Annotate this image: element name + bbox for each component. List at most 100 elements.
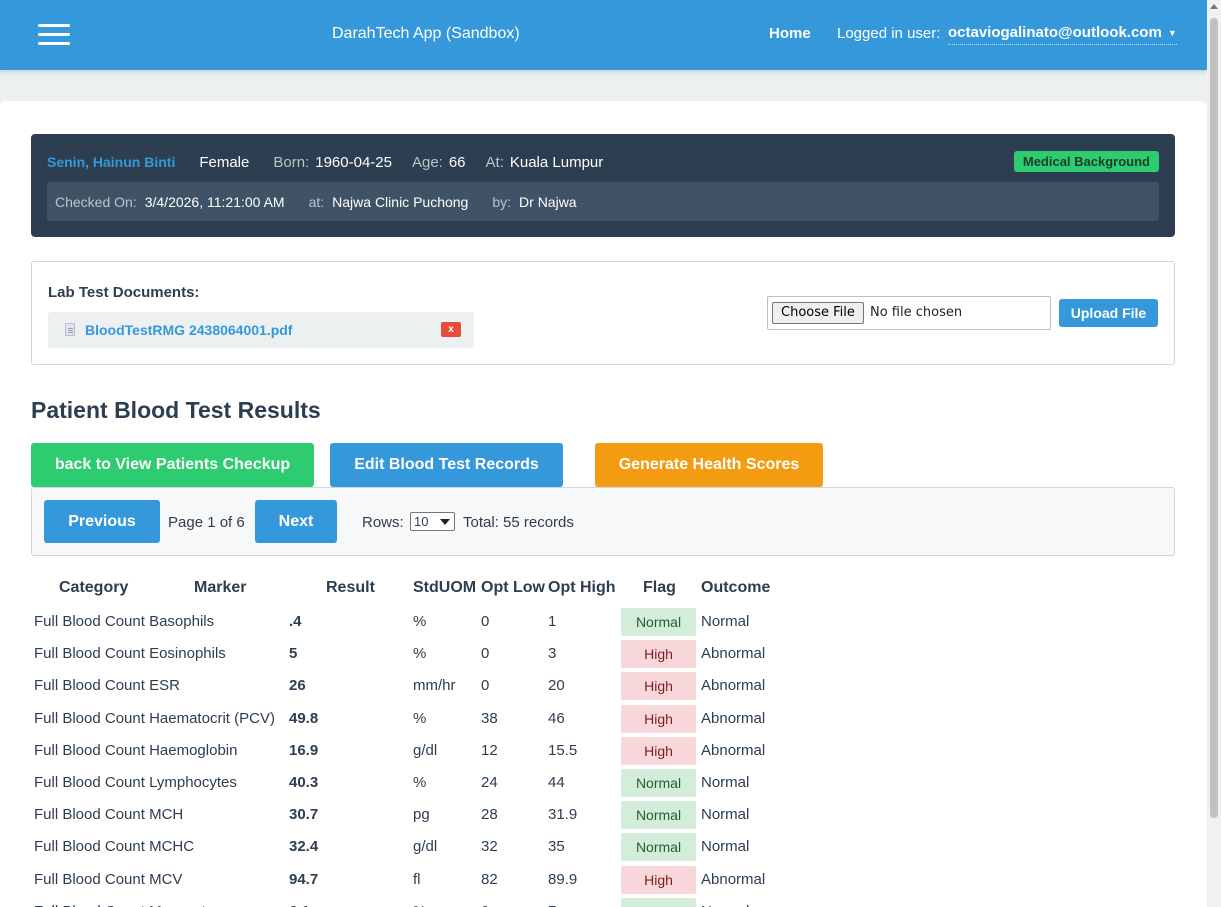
outcome-cell: Abnormal [701,645,766,663]
result-cell: 30.7 [289,806,319,824]
table-row: Full Blood Count MCH 30.7 pg 28 31.9 Normal No… [34,801,794,836]
result-cell: 26 [289,677,306,695]
outcome-cell: Normal [701,774,750,791]
page-title: Patient Blood Test Results [31,397,321,423]
result-cell: 16.9 [289,741,319,759]
home-link[interactable]: Home [769,25,811,42]
outcome-cell: Abnormal [701,709,766,727]
opt-high-cell: 35 [548,838,565,856]
table-row: Full Blood Count Basophils .4% 0 1 Normal Nor… [34,608,794,643]
top-navbar: DarahTech App (Sandbox) Home Logged in u… [0,0,1207,70]
age-label: Age: [411,154,443,171]
header-opt-high: Opt High [548,579,616,596]
main-content: Senin, Hainun Binti Female Born: 1960-04-25… [0,101,1207,907]
marker-cell: Monocytes [149,903,222,907]
generate-scores-button[interactable]: Generate Health Scores [595,443,823,487]
checked-on-value: 3/4/2026, 11:21:00 AM [144,194,285,210]
remove-document-button[interactable]: x [441,322,461,337]
opt-low-cell: 0 [481,677,490,695]
category-marker-cell: Full Blood Count MCHC [34,836,194,858]
back-to-checkup-button[interactable]: back to View Patients Checkup [31,443,314,487]
uom-cell: mm/hr [413,677,456,695]
opt-high-cell: 7 [548,901,556,907]
user-email: octaviogalinato@outlook.com [948,24,1162,41]
medical-background-badge[interactable]: Medical Background [1013,151,1159,172]
user-dropdown[interactable]: octaviogalinato@outlook.com ▼ [948,24,1177,45]
category-marker-cell: Full Blood Count Haematocrit (PCV) [34,708,275,730]
choose-file-button[interactable]: Choose File [772,302,864,324]
header-category: Category [59,579,129,596]
upload-file-button[interactable]: Upload File [1059,299,1158,327]
chevron-down-icon [440,519,450,525]
opt-low-cell: 0 [481,613,490,630]
category-cell: Full Blood Count [34,645,145,663]
opt-high-cell: 3 [548,645,557,663]
marker-cell: Haemoglobin [149,741,238,759]
marker-cell: Lymphocytes [149,774,237,791]
opt-low-cell: 0 [481,901,489,907]
patient-location: Kuala Lumpur [509,154,604,171]
clinic-value: Najwa Clinic Puchong [332,194,469,210]
opt-high-cell: 20 [548,677,565,695]
at-label: At: [485,154,504,171]
category-marker-cell: Full Blood Count Eosinophils [34,643,226,665]
patient-card: Senin, Hainun Binti Female Born: 1960-04-25… [31,134,1175,237]
file-icon [65,323,75,336]
opt-high-cell: 44 [548,774,565,791]
document-link[interactable]: BloodTestRMG 2438064001.pdf [85,322,292,338]
born-label: Born: [273,154,310,171]
menu-icon[interactable] [38,24,70,46]
flag-badge: High [621,704,696,733]
uom-cell: pg [413,806,430,824]
marker-cell: ESR [149,677,180,695]
scrollbar[interactable] [1207,0,1221,907]
edit-records-button[interactable]: Edit Blood Test Records [330,443,563,487]
outcome-cell: Normal [701,613,750,630]
table-row: Full Blood Count MCV 94.7 fl 82 89.9 High Abno… [34,865,794,901]
previous-button[interactable]: Previous [44,500,160,543]
scroll-thumb[interactable] [1210,18,1218,818]
outcome-cell: Abnormal [701,870,766,888]
table-row: Full Blood Count ESR 26 mm/hr 0 20 High Abnorm… [34,672,794,707]
category-marker-cell: Full Blood Count Haemoglobin [34,740,237,762]
header-opt-low: Opt Low [481,579,545,596]
opt-high-cell: 15.5 [548,741,578,759]
outcome-cell: Normal [701,838,750,856]
total-records: Total: 55 records [463,514,574,531]
app-title: DarahTech App (Sandbox) [332,25,520,42]
flag-badge: Normal [621,801,696,830]
category-cell: Full Blood Count [34,677,145,695]
header-result: Result [326,579,375,596]
patient-name[interactable]: Senin, Hainun Binti [47,154,175,170]
outcome-cell: Normal [701,806,750,824]
scroll-up-icon[interactable] [1210,4,1218,9]
opt-low-cell: 12 [481,741,498,759]
clinic-label: at: [308,194,325,210]
file-input[interactable]: Choose File No file chosen [767,296,1051,330]
flag-badge: High [621,672,696,701]
result-cell: 5 [289,645,298,663]
result-cell: 40.3 [289,774,319,791]
header-outcome: Outcome [701,579,771,596]
next-button[interactable]: Next [255,500,337,543]
category-marker-cell: Full Blood Count MCH [34,804,183,826]
caret-down-icon: ▼ [1167,28,1177,39]
rows-select[interactable]: 10 [410,512,455,531]
category-marker-cell: Full Blood Count Lymphocytes [34,772,237,794]
category-cell: Full Blood Count [34,903,145,907]
patient-gender: Female [199,154,250,171]
uom-cell: g/dl [413,741,438,759]
flag-badge: Normal [621,897,696,907]
category-cell: Full Blood Count [34,613,145,630]
lab-documents-panel: Lab Test Documents: BloodTestRMG 2438064… [31,261,1175,365]
table-row: Full Blood Count Eosinophils 5% 0 3 High Abno… [34,640,794,675]
opt-low-cell: 38 [481,709,498,727]
result-cell: 49.8 [289,709,319,727]
category-marker-cell: Full Blood Count ESR [34,675,180,697]
rows-label: Rows: [362,514,404,531]
flag-badge: High [621,865,696,894]
table-row: Full Blood Count Haemoglobin 16.9 g/dl 12 15… [34,736,794,772]
uom-cell: % [413,901,426,907]
header-flag: Flag [643,579,676,596]
flag-badge: High [621,640,696,669]
